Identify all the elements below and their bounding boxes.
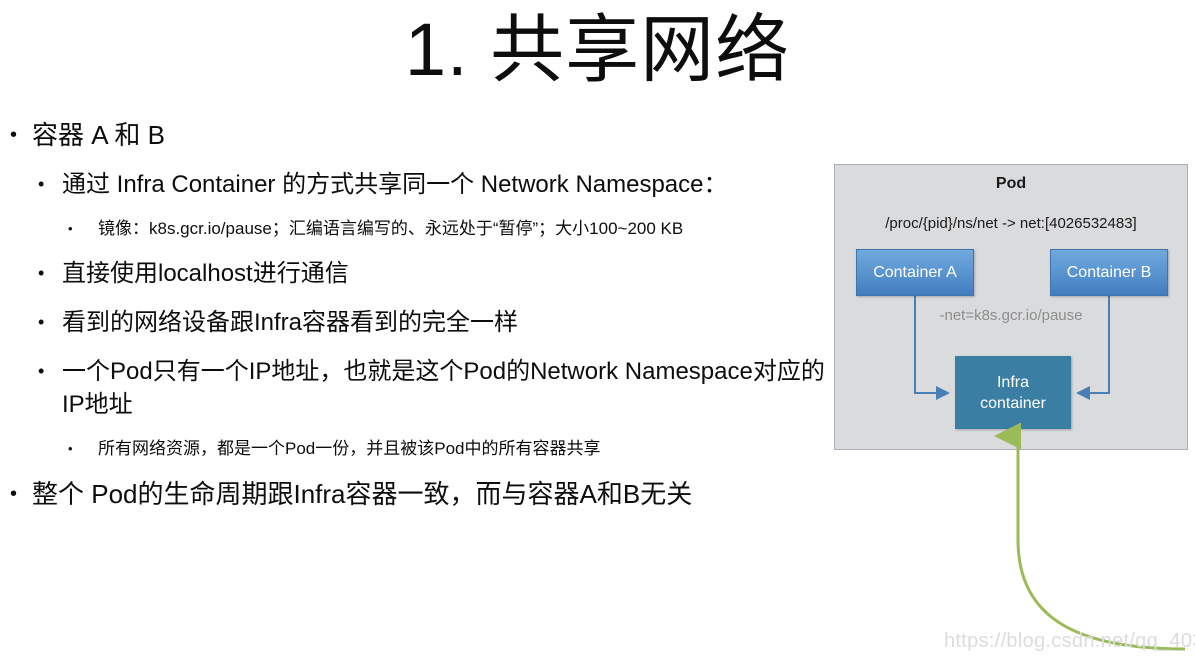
slide-canvas: 1. 共享网络 • 容器 A 和 B • 通过 Infra Container 的方式… xyxy=(0,0,1195,659)
bullet-marker-icon: • xyxy=(68,441,73,456)
bullet-text: 镜像：k8s.gcr.io/pause；汇编语言编写的、永远处于“暂停”；大小1… xyxy=(98,219,684,238)
bullet-item: • 通过 Infra Container 的方式共享同一个 Network Nam… xyxy=(0,168,830,201)
bullet-text: 通过 Infra Container 的方式共享同一个 Network Name… xyxy=(62,171,728,198)
bullet-item: • 看到的网络设备跟Infra容器看到的完全一样 xyxy=(0,306,830,339)
bullet-item: • 一个Pod只有一个IP地址，也就是这个Pod的Network Namespac… xyxy=(0,355,830,421)
bullet-item: • 镜像：k8s.gcr.io/pause；汇编语言编写的、永远处于“暂停”；大小… xyxy=(0,217,830,241)
green-pointer-arrow xyxy=(994,422,1186,651)
net-share-label: -net=k8s.gcr.io/pause xyxy=(939,307,1083,324)
bullet-text: 直接使用localhost进行通信 xyxy=(62,260,349,287)
pod-title-label: Pod xyxy=(995,175,1027,192)
bullet-list: • 容器 A 和 B • 通过 Infra Container 的方式共享同一个 Ne… xyxy=(0,118,830,527)
container-a-box: Container A xyxy=(856,249,974,296)
bullet-marker-icon: • xyxy=(68,221,73,236)
bullet-text: 所有网络资源，都是一个Pod一份，并且被该Pod中的所有容器共享 xyxy=(98,439,601,458)
bullet-marker-icon: • xyxy=(38,174,45,194)
bullet-item: • 容器 A 和 B xyxy=(0,118,830,152)
bullet-item: • 所有网络资源，都是一个Pod一份，并且被该Pod中的所有容器共享 xyxy=(0,437,830,461)
page-title: 1. 共享网络 xyxy=(404,8,791,91)
bullet-marker-icon: • xyxy=(10,124,18,146)
bullet-text: 看到的网络设备跟Infra容器看到的完全一样 xyxy=(62,309,519,336)
pod-diagram-panel: Pod /proc/{pid}/ns/net -> net:[402653248… xyxy=(834,164,1188,450)
container-b-box: Container B xyxy=(1050,249,1168,296)
bullet-marker-icon: • xyxy=(10,483,18,505)
bullet-item: • 整个 Pod的生命周期跟Infra容器一致，而与容器A和B无关 xyxy=(0,477,830,511)
bullet-text: 容器 A 和 B xyxy=(32,120,165,150)
bullet-item: • 直接使用localhost进行通信 xyxy=(0,257,830,290)
infra-label-line1: Infra xyxy=(996,373,1029,391)
pod-namespace-path-label: /proc/{pid}/ns/net -> net:[4026532483] xyxy=(885,215,1137,232)
bullet-marker-icon: • xyxy=(38,361,45,381)
bullet-marker-icon: • xyxy=(38,263,45,283)
watermark-text: https://blog.csdn.net/qq_40378034 xyxy=(944,630,1195,652)
bullet-text: 整个 Pod的生命周期跟Infra容器一致，而与容器A和B无关 xyxy=(32,479,693,509)
bullet-text: 一个Pod只有一个IP地址，也就是这个Pod的Network Namespace… xyxy=(62,358,825,418)
infra-container-box: Infra container xyxy=(955,356,1071,429)
bullet-marker-icon: • xyxy=(38,312,45,332)
infra-label-line2: container xyxy=(980,394,1046,412)
